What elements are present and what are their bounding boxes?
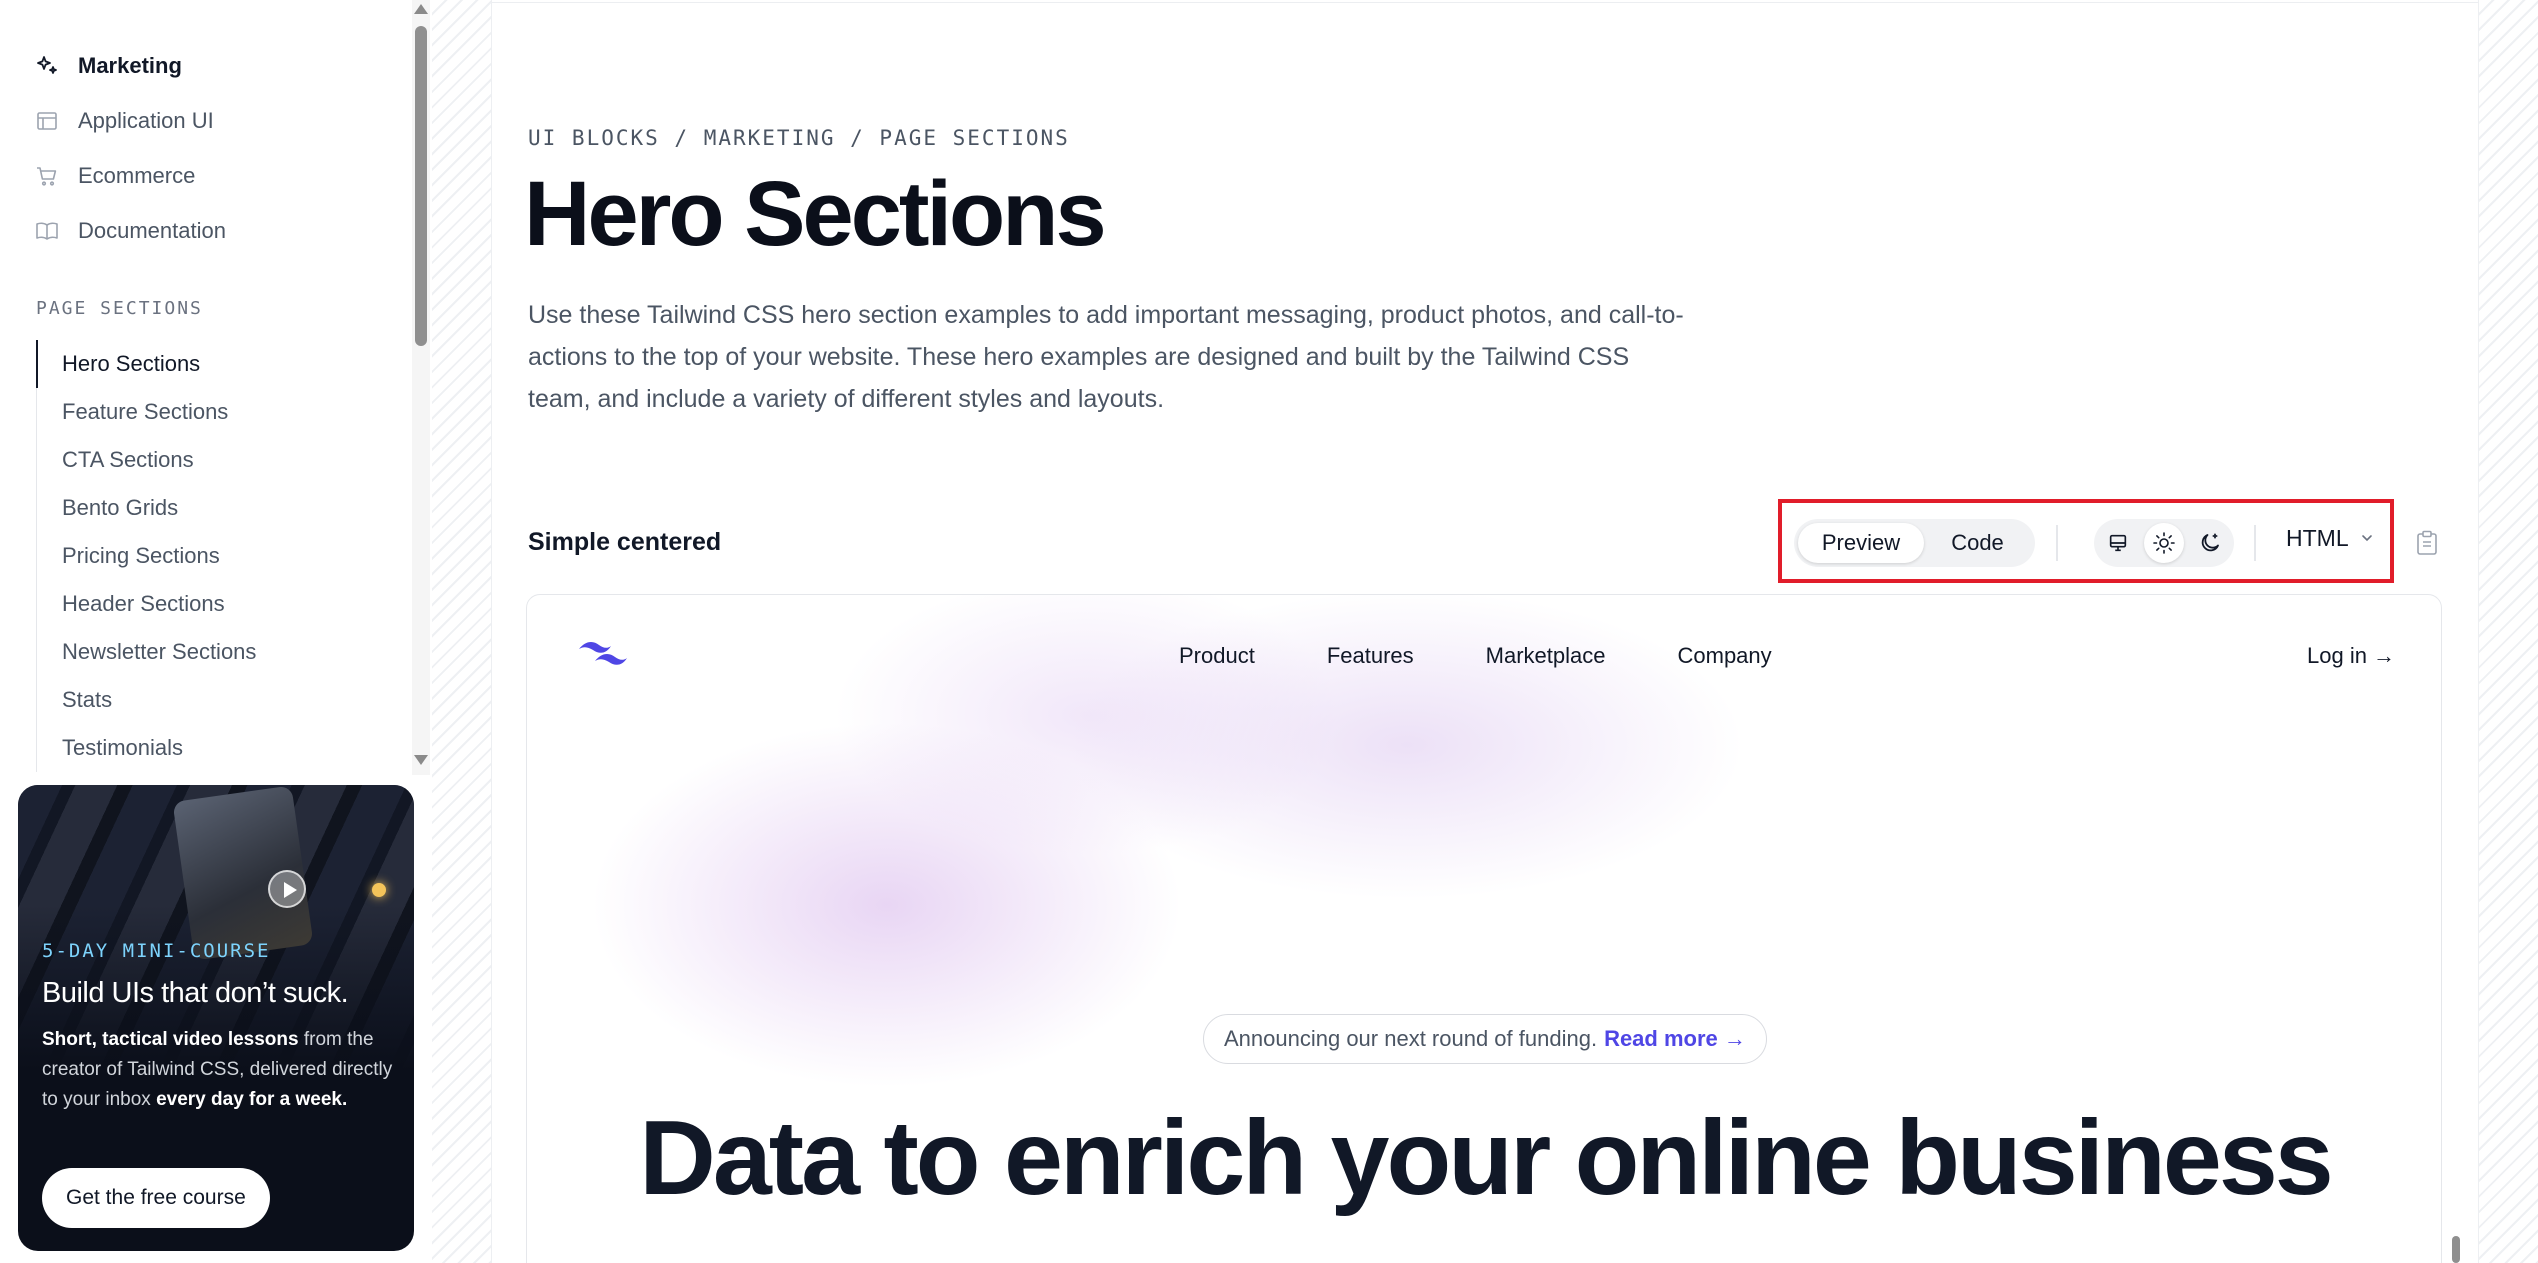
example-toolbar: Preview Code HTML <box>1778 499 2394 583</box>
scroll-up-arrow-icon[interactable] <box>414 4 428 14</box>
sidebar-item-pricing-sections[interactable]: Pricing Sections <box>36 532 256 580</box>
theme-toggle <box>2094 519 2234 567</box>
sidebar-item-marketing[interactable]: Marketing <box>34 38 226 93</box>
hero-preview-frame: Product Features Marketplace Company Log… <box>526 594 2442 1263</box>
sidebar-item-label: Documentation <box>78 217 226 243</box>
lamp-glow <box>372 883 386 897</box>
breadcrumb: UI BLOCKS / MARKETING / PAGE SECTIONS <box>528 126 1070 150</box>
toolbar-divider <box>2056 525 2058 561</box>
read-more-link[interactable]: Read more → <box>1604 1026 1746 1052</box>
scroll-down-arrow-icon[interactable] <box>414 755 428 765</box>
sparkles-icon <box>34 53 60 79</box>
preview-login-link[interactable]: Log in → <box>2307 643 2395 669</box>
tab-code[interactable]: Code <box>1924 523 2031 563</box>
preview-code-toggle: Preview Code <box>1794 519 2035 567</box>
play-icon <box>268 870 306 908</box>
moon-icon[interactable] <box>2190 523 2230 563</box>
sidebar-item-testimonials[interactable]: Testimonials <box>36 724 256 772</box>
clipboard-icon[interactable] <box>2416 530 2438 561</box>
preview-nav-company[interactable]: Company <box>1678 643 1772 669</box>
page-scrollbar-thumb[interactable] <box>2452 1236 2460 1263</box>
sidebar-item-label: Application UI <box>78 107 214 133</box>
sidebar-top-nav: Marketing Application UI Ecommerce Docum… <box>34 38 226 258</box>
language-select-value: HTML <box>2286 525 2349 551</box>
sidebar-item-cta-sections[interactable]: CTA Sections <box>36 436 256 484</box>
top-divider <box>492 0 2478 3</box>
left-gutter-pattern <box>432 0 492 1263</box>
sidebar-item-header-sections[interactable]: Header Sections <box>36 580 256 628</box>
sidebar-item-newsletter-sections[interactable]: Newsletter Sections <box>36 628 256 676</box>
chevron-down-icon <box>2359 525 2375 552</box>
preview-nav-product[interactable]: Product <box>1179 643 1255 669</box>
sidebar-item-application-ui[interactable]: Application UI <box>34 93 226 148</box>
book-icon <box>34 218 60 244</box>
preview-nav-features[interactable]: Features <box>1327 643 1414 669</box>
cart-icon <box>34 163 60 189</box>
sun-icon[interactable] <box>2144 523 2184 563</box>
promo-body-bold: Short, tactical video lessons <box>42 1029 299 1050</box>
get-free-course-button[interactable]: Get the free course <box>42 1168 270 1228</box>
preview-nav-marketplace[interactable]: Marketplace <box>1486 643 1606 669</box>
sidebar-item-bento-grids[interactable]: Bento Grids <box>36 484 256 532</box>
sidebar: Marketing Application UI Ecommerce Docum… <box>0 0 430 1263</box>
tailwind-logo-icon[interactable] <box>575 635 631 676</box>
sidebar-item-documentation[interactable]: Documentation <box>34 203 226 258</box>
sidebar-item-ecommerce[interactable]: Ecommerce <box>34 148 226 203</box>
language-select[interactable]: HTML <box>2286 525 2375 552</box>
page-description: Use these Tailwind CSS hero section exam… <box>528 301 1684 413</box>
sidebar-item-label: Ecommerce <box>78 162 196 188</box>
promo-title: Build UIs that don’t suck. <box>42 977 349 1009</box>
sidebar-scrollbar[interactable] <box>412 0 430 775</box>
promo-body-bold: every day for a week. <box>156 1089 348 1110</box>
preview-headline: Data to enrich your online business <box>639 1099 2333 1217</box>
announcement-text: Announcing our next round of funding. <box>1224 1026 1598 1051</box>
sidebar-item-feature-sections[interactable]: Feature Sections <box>36 388 256 436</box>
scrollbar-thumb[interactable] <box>415 26 427 346</box>
toolbar-divider <box>2254 525 2256 561</box>
example-title: Simple centered <box>528 528 722 556</box>
tab-preview[interactable]: Preview <box>1798 523 1924 563</box>
promo-eyebrow: 5-DAY MINI-COURSE <box>42 940 271 962</box>
monitor-icon[interactable] <box>2098 523 2138 563</box>
sidebar-scroll-area: Marketing Application UI Ecommerce Docum… <box>0 0 410 775</box>
right-gutter-pattern <box>2478 0 2538 1263</box>
promo-body: Short, tactical video lessons from the c… <box>42 1025 402 1115</box>
layout-icon <box>34 108 60 134</box>
sidebar-item-stats[interactable]: Stats <box>36 676 256 724</box>
page-title: Hero Sections <box>524 163 1107 265</box>
promo-card: 5-DAY MINI-COURSE Build UIs that don’t s… <box>18 785 414 1251</box>
sidebar-item-hero-sections[interactable]: Hero Sections <box>36 340 256 388</box>
sidebar-sub-nav: Hero Sections Feature Sections CTA Secti… <box>36 340 256 772</box>
announcement-pill: Announcing our next round of funding. Re… <box>1203 1014 1767 1064</box>
sidebar-item-label: Marketing <box>78 52 182 78</box>
sidebar-section-heading: PAGE SECTIONS <box>36 298 203 319</box>
preview-nav: Product Features Marketplace Company <box>1179 643 1772 669</box>
